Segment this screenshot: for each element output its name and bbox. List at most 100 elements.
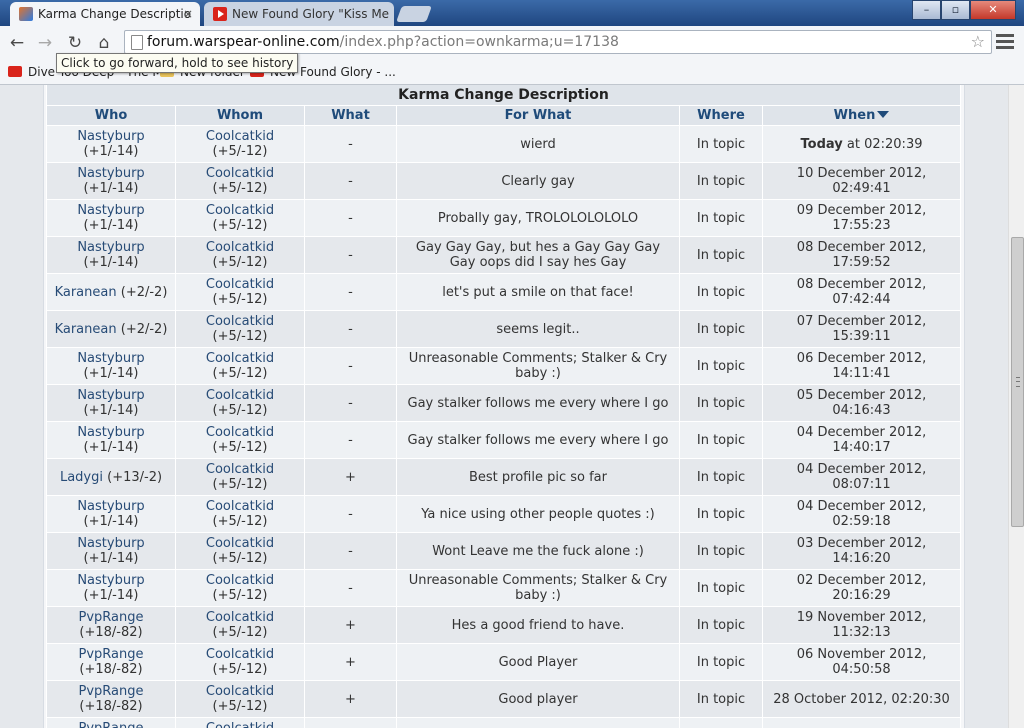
scrollbar-grip-icon — [1016, 377, 1020, 387]
back-arrow-icon[interactable]: ← — [4, 30, 30, 56]
who-user-link[interactable]: Nastyburp — [47, 166, 175, 181]
who-user-link[interactable]: Nastyburp — [47, 425, 175, 440]
column-header-what[interactable]: What — [304, 105, 397, 126]
bookmark-star-icon[interactable]: ☆ — [971, 31, 985, 53]
whom-user-link[interactable]: Coolcatkid — [176, 351, 304, 366]
who-user-link[interactable]: Ladygi — [60, 470, 103, 485]
who-user-link[interactable]: PvpRange — [47, 647, 175, 662]
whom-user-link[interactable]: Coolcatkid — [176, 647, 304, 662]
whom-user-link[interactable]: Coolcatkid — [176, 499, 304, 514]
who-user-link[interactable]: PvpRange — [47, 684, 175, 699]
where-link[interactable]: In topic — [679, 236, 763, 274]
whom-user-link[interactable]: Coolcatkid — [176, 129, 304, 144]
where-link[interactable] — [679, 717, 763, 728]
when-cell: 09 December 2012, 17:55:23 — [761, 199, 962, 237]
vertical-scrollbar[interactable] — [1008, 85, 1024, 728]
sort-desc-icon[interactable] — [877, 111, 890, 118]
where-link[interactable]: In topic — [679, 125, 763, 163]
whom-user-link[interactable]: Coolcatkid — [176, 314, 304, 329]
when-datetime: 19 November 2012, 11:32:13 — [796, 610, 927, 640]
table-row: PvpRange (+18/-82) Coolcatkid (+5/-12) + Good… — [46, 680, 962, 718]
whom-cell: Coolcatkid(+5/-12) — [175, 273, 305, 311]
karma-change-sign: - — [304, 569, 397, 607]
whom-karma-score: (+5/-12) — [212, 255, 268, 270]
whom-user-link[interactable]: Coolcatkid — [176, 721, 304, 728]
whom-user-link[interactable]: Coolcatkid — [176, 240, 304, 255]
who-user-link[interactable]: Nastyburp — [47, 351, 175, 366]
where-link[interactable]: In topic — [679, 643, 763, 681]
when-cell — [761, 717, 962, 728]
whom-user-link[interactable]: Coolcatkid — [176, 536, 304, 551]
who-user-link[interactable]: Nastyburp — [47, 499, 175, 514]
whom-user-link[interactable]: Coolcatkid — [176, 573, 304, 588]
whom-karma-score: (+5/-12) — [212, 551, 268, 566]
who-cell: Karanean (+2/-2) — [46, 273, 176, 311]
who-cell: PvpRange(+18/-82) — [46, 680, 176, 718]
when-datetime: 06 November 2012, 04:50:58 — [796, 647, 927, 677]
url-path: /index.php?action=ownkarma;u=17138 — [339, 34, 619, 50]
whom-user-link[interactable]: Coolcatkid — [176, 166, 304, 181]
whom-user-link[interactable]: Coolcatkid — [176, 684, 304, 699]
who-user-link[interactable]: PvpRange — [47, 721, 175, 728]
forward-arrow-icon[interactable]: → — [32, 30, 58, 56]
where-link[interactable]: In topic — [679, 421, 763, 459]
whom-user-link[interactable]: Coolcatkid — [176, 610, 304, 625]
where-link[interactable]: In topic — [679, 199, 763, 237]
where-link[interactable]: In topic — [679, 680, 763, 718]
column-header-for-what[interactable]: For What — [396, 105, 680, 126]
who-user-link[interactable]: Nastyburp — [47, 573, 175, 588]
reason-cell: let's put a smile on that face! — [396, 273, 680, 311]
who-cell: Ladygi (+13/-2) — [46, 458, 176, 496]
who-user-link[interactable]: Karanean — [55, 285, 117, 300]
table-row: Nastyburp (+1/-14) Coolcatkid (+5/-12) - Wont… — [46, 532, 962, 570]
tab-karma-change[interactable]: Karma Change Descriptio × — [10, 2, 200, 26]
column-header-who[interactable]: Who — [46, 105, 176, 126]
who-cell: Nastyburp (+1/-14) — [46, 384, 176, 422]
whom-user-link[interactable]: Coolcatkid — [176, 388, 304, 403]
whom-karma-score: (+5/-12) — [212, 588, 268, 603]
where-link[interactable]: In topic — [679, 384, 763, 422]
when-datetime: 28 October 2012, 02:20:30 — [773, 691, 950, 707]
whom-user-link[interactable]: Coolcatkid — [176, 203, 304, 218]
whom-user-link[interactable]: Coolcatkid — [176, 277, 304, 292]
where-link[interactable]: In topic — [679, 347, 763, 385]
who-user-link[interactable]: Nastyburp — [47, 203, 175, 218]
new-tab-button[interactable] — [396, 6, 432, 22]
where-link[interactable]: In topic — [679, 273, 763, 311]
whom-user-link[interactable]: Coolcatkid — [176, 425, 304, 440]
table-row: PvpRange (+18/-82) Coolcatkid (+5/-12) + Good… — [46, 643, 962, 681]
who-user-link[interactable]: Nastyburp — [47, 129, 175, 144]
where-link[interactable]: In topic — [679, 532, 763, 570]
tab-close-icon[interactable]: × — [183, 2, 193, 26]
where-link[interactable]: In topic — [679, 606, 763, 644]
close-window-button[interactable]: ✕ — [970, 0, 1016, 20]
where-link[interactable]: In topic — [679, 495, 763, 533]
browser-menu-icon[interactable] — [994, 31, 1016, 53]
minimize-button[interactable]: – — [912, 0, 941, 20]
column-header-where[interactable]: Where — [679, 105, 763, 126]
where-link[interactable]: In topic — [679, 310, 763, 348]
when-datetime: 08 December 2012, 07:42:44 — [796, 277, 927, 307]
who-user-link[interactable]: Karanean — [55, 322, 117, 337]
whom-karma-score: (+5/-12) — [212, 625, 268, 640]
where-link[interactable]: In topic — [679, 458, 763, 496]
reason-cell: Gay Gay Gay, but hes a Gay Gay Gay Gay o… — [396, 236, 680, 274]
who-user-link[interactable]: Nastyburp — [47, 388, 175, 403]
who-cell: PvpRange(+18/-82) — [46, 717, 176, 728]
scrollbar-thumb[interactable] — [1011, 237, 1024, 527]
where-link[interactable]: In topic — [679, 569, 763, 607]
who-user-link[interactable]: Nastyburp — [47, 536, 175, 551]
reason-cell: wierd — [396, 125, 680, 163]
reason-cell: Unreasonable Comments; Stalker & Cry bab… — [396, 569, 680, 607]
column-header-when[interactable]: When — [761, 105, 962, 126]
address-bar[interactable]: forum.warspear-online.com/index.php?acti… — [124, 30, 992, 54]
who-user-link[interactable]: Nastyburp — [47, 240, 175, 255]
where-link[interactable]: In topic — [679, 162, 763, 200]
who-user-link[interactable]: PvpRange — [47, 610, 175, 625]
column-header-whom[interactable]: Whom — [175, 105, 305, 126]
forward-tooltip: Click to go forward, hold to see history — [56, 53, 299, 73]
maximize-button[interactable]: ▫ — [941, 0, 970, 20]
tab-new-found-glory[interactable]: New Found Glory "Kiss Me — [204, 2, 394, 26]
whom-user-link[interactable]: Coolcatkid — [176, 462, 304, 477]
when-cell: Today at 02:20:39 — [761, 125, 962, 163]
